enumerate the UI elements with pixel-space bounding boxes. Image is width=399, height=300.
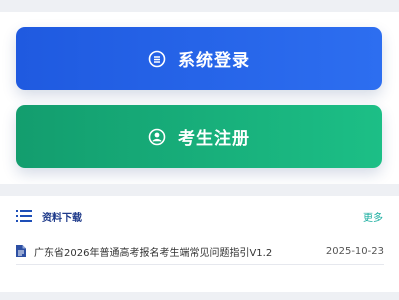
bottom-spacer bbox=[0, 292, 399, 300]
more-link[interactable]: 更多 bbox=[363, 209, 383, 224]
list-item[interactable]: 广东省2026年普通高考报名考生端常见问题指引V1.2 2025-10-23 bbox=[16, 238, 384, 265]
system-login-button[interactable]: 系统登录 bbox=[16, 27, 382, 90]
section-spacer bbox=[0, 184, 399, 196]
downloads-panel: 资料下载 更多 广东省2026年普通高考报名考生端常见问题指引V1.2 2025… bbox=[0, 196, 399, 286]
list-icon bbox=[16, 209, 32, 223]
register-button-label: 考生注册 bbox=[178, 129, 250, 149]
student-register-button[interactable]: 考生注册 bbox=[16, 105, 382, 168]
document-title: 广东省2026年普通高考报名考生端常见问题指引V1.2 bbox=[34, 247, 273, 259]
login-button-label: 系统登录 bbox=[178, 51, 250, 71]
document-date: 2025-10-23 bbox=[325, 245, 384, 257]
downloads-title: 资料下载 bbox=[42, 212, 82, 224]
login-icon bbox=[148, 50, 166, 68]
downloads-header: 资料下载 更多 bbox=[16, 206, 383, 226]
top-spacer bbox=[0, 0, 399, 12]
document-icon bbox=[16, 245, 26, 257]
user-circle-icon bbox=[148, 128, 166, 146]
